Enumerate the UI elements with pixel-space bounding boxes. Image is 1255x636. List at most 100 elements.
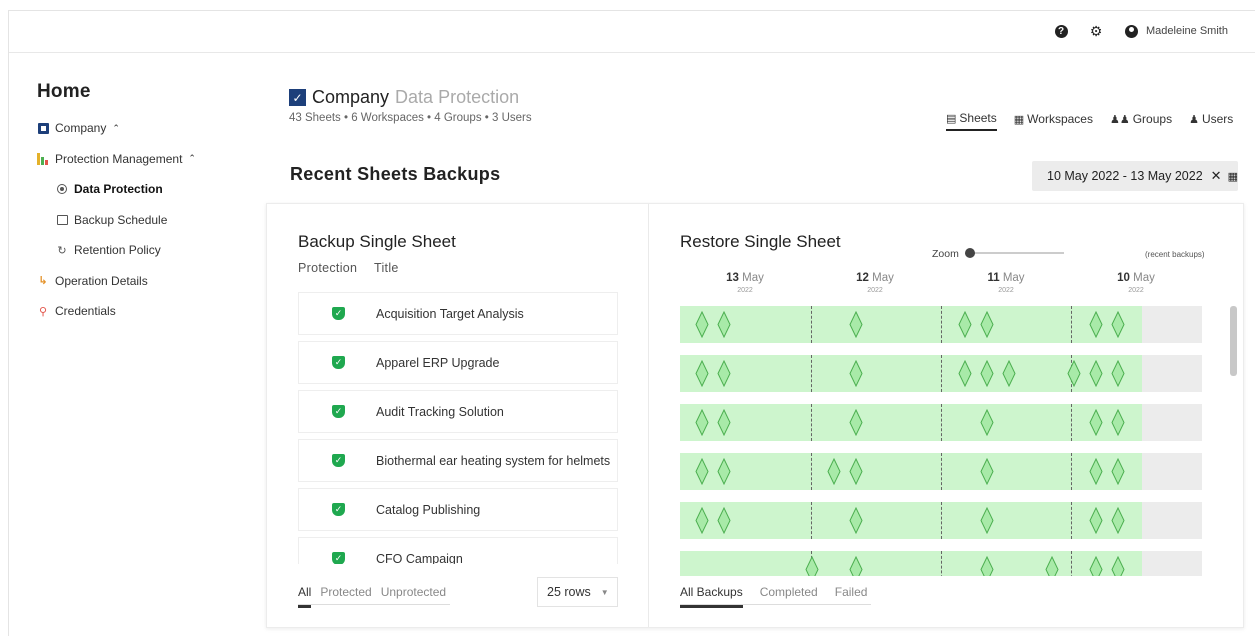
calendar-icon [56, 214, 68, 226]
panel-divider [648, 204, 649, 627]
backup-point-icon[interactable] [1111, 556, 1125, 576]
backup-point-icon[interactable] [717, 409, 731, 436]
backup-point-icon[interactable] [1111, 507, 1125, 534]
sheet-title: Biothermal ear heating system for helmet… [376, 453, 611, 468]
timeline-range [680, 551, 1142, 576]
backup-point-icon[interactable] [958, 311, 972, 338]
tab-workspaces[interactable]: ▦ Workspaces [1014, 111, 1093, 131]
backup-point-icon[interactable] [1089, 556, 1103, 576]
filter-tab-all[interactable]: All [298, 585, 312, 608]
list-item[interactable]: ✓ Biothermal ear heating system for helm… [298, 439, 618, 482]
backup-point-icon[interactable] [980, 507, 994, 534]
view-tabs: ▤ Sheets ▦ Workspaces ♟♟ Groups ♟ Users [946, 111, 1233, 131]
backup-point-icon[interactable] [980, 458, 994, 485]
date-month: May [872, 272, 894, 284]
user-circle-icon[interactable] [1124, 24, 1138, 38]
recent-backups-label: (recent backups) [1145, 250, 1205, 259]
gear-icon[interactable]: ⚙ [1089, 23, 1103, 39]
backup-point-icon[interactable] [1089, 409, 1103, 436]
page-header: ✓ Company Data Protection 43 Sheets • 6 … [289, 87, 532, 124]
calendar-icon[interactable]: ▦ [1228, 170, 1238, 183]
timeline-scrollbar[interactable] [1230, 306, 1237, 376]
close-icon[interactable]: ✕ [1211, 168, 1222, 184]
tab-users[interactable]: ♟ Users [1189, 111, 1233, 131]
backup-point-icon[interactable] [1111, 458, 1125, 485]
rows-per-page-select[interactable]: 25 rows ▼ [537, 577, 618, 607]
backup-point-icon[interactable] [980, 409, 994, 436]
backup-point-icon[interactable] [1089, 311, 1103, 338]
list-item[interactable]: ✓ Catalog Publishing [298, 488, 618, 531]
backup-point-icon[interactable] [1089, 458, 1103, 485]
sidebar-item-operation-details[interactable]: ↳ Operation Details [37, 266, 257, 297]
username-label[interactable]: Madeleine Smith [1146, 25, 1228, 37]
backup-point-icon[interactable] [849, 507, 863, 534]
sidebar-item-data-protection[interactable]: Data Protection [37, 174, 257, 205]
date-day: 11 [987, 272, 1000, 284]
backup-point-icon[interactable] [980, 556, 994, 576]
day-separator [941, 502, 942, 539]
backup-point-icon[interactable] [717, 360, 731, 387]
column-header-protection: Protection [298, 261, 358, 275]
zoom-label: Zoom [932, 248, 959, 260]
backup-point-icon[interactable] [695, 458, 709, 485]
backup-point-icon[interactable] [849, 311, 863, 338]
backup-point-icon[interactable] [1067, 360, 1081, 387]
sidebar-item-company[interactable]: Company ⌃ [37, 113, 257, 144]
backup-point-icon[interactable] [695, 311, 709, 338]
filter-tab-completed[interactable]: Completed [760, 585, 818, 608]
backup-point-icon[interactable] [958, 360, 972, 387]
date-column-header: 12 May 2022 [845, 272, 905, 294]
backup-point-icon[interactable] [717, 311, 731, 338]
sidebar-item-label: Protection Management [55, 151, 183, 166]
list-item[interactable]: ✓ Apparel ERP Upgrade [298, 341, 618, 384]
tab-groups[interactable]: ♟♟ Groups [1110, 111, 1172, 131]
backup-point-icon[interactable] [695, 507, 709, 534]
list-item[interactable]: ✓ Acquisition Target Analysis [298, 292, 618, 335]
timeline-row [680, 453, 1202, 490]
sidebar-item-credentials[interactable]: ⚲ Credentials [37, 296, 257, 327]
backup-point-icon[interactable] [695, 409, 709, 436]
zoom-slider-handle[interactable] [965, 248, 975, 258]
timeline-range [680, 404, 1142, 441]
backup-point-icon[interactable] [827, 458, 841, 485]
backup-point-icon[interactable] [805, 556, 819, 576]
filter-tab-failed[interactable]: Failed [835, 585, 868, 608]
backup-point-icon[interactable] [1111, 360, 1125, 387]
backup-point-icon[interactable] [1045, 556, 1059, 576]
backup-point-icon[interactable] [1111, 311, 1125, 338]
filter-tab-unprotected[interactable]: Unprotected [381, 585, 446, 608]
sidebar-item-protection-management[interactable]: Protection Management ⌃ [37, 144, 257, 175]
day-separator [1071, 453, 1072, 490]
app-window: ? ⚙ Madeleine Smith Home Company ⌃ Prote… [8, 10, 1255, 636]
backup-point-icon[interactable] [695, 360, 709, 387]
filter-tab-all-backups[interactable]: All Backups [680, 585, 743, 608]
backup-point-icon[interactable] [849, 360, 863, 387]
zoom-slider-track[interactable] [967, 252, 1064, 254]
list-item[interactable]: ✓ CFO Campaign [298, 537, 618, 564]
backup-point-icon[interactable] [849, 409, 863, 436]
backup-point-icon[interactable] [1002, 360, 1016, 387]
backup-point-icon[interactable] [717, 458, 731, 485]
backup-point-icon[interactable] [980, 360, 994, 387]
chevron-up-icon[interactable]: ⌃ [112, 123, 120, 134]
date-range-picker[interactable]: 10 May 2022 - 13 May 2022 ✕ ▦ [1032, 161, 1238, 191]
backup-point-icon[interactable] [849, 556, 863, 576]
tab-sheets[interactable]: ▤ Sheets [946, 111, 997, 131]
help-icon[interactable]: ? [1054, 24, 1068, 38]
chevron-up-icon[interactable]: ⌃ [188, 153, 196, 164]
backup-point-icon[interactable] [980, 311, 994, 338]
list-item[interactable]: ✓ Audit Tracking Solution [298, 390, 618, 433]
backup-point-icon[interactable] [849, 458, 863, 485]
sidebar-item-label: Backup Schedule [74, 212, 168, 227]
backup-point-icon[interactable] [717, 507, 731, 534]
sidebar-home[interactable]: Home [37, 81, 257, 103]
chart-icon [37, 152, 49, 165]
sidebar-item-retention-policy[interactable]: ↻ Retention Policy [37, 235, 257, 266]
backup-point-icon[interactable] [1111, 409, 1125, 436]
top-bar: ? ⚙ Madeleine Smith [9, 11, 1255, 53]
filter-tab-protected[interactable]: Protected [320, 585, 371, 608]
backup-point-icon[interactable] [1089, 360, 1103, 387]
shield-check-icon: ✓ [332, 307, 345, 320]
sidebar-item-backup-schedule[interactable]: Backup Schedule [37, 205, 257, 236]
backup-point-icon[interactable] [1089, 507, 1103, 534]
